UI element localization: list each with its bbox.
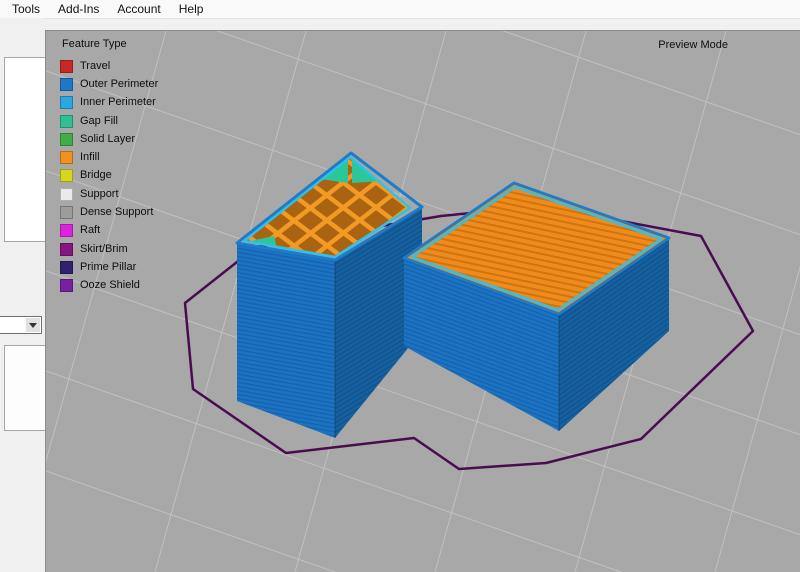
menu-add-ins[interactable]: Add-Ins: [49, 1, 108, 17]
chevron-down-icon: [29, 323, 37, 328]
legend-item-travel[interactable]: Travel: [60, 57, 158, 75]
travel-swatch: [60, 60, 73, 73]
legend-item-raft[interactable]: Raft: [60, 222, 158, 240]
legend-item-prime-pillar[interactable]: Prime Pillar: [60, 258, 158, 276]
legend-label: Outer Perimeter: [80, 79, 158, 90]
legend-label: Infill: [80, 152, 100, 163]
legend-item-solid-layer[interactable]: Solid Layer: [60, 130, 158, 148]
legend-label: Solid Layer: [80, 134, 135, 145]
legend-label: Skirt/Brim: [80, 244, 128, 255]
legend-label: Prime Pillar: [80, 262, 136, 273]
legend-label: Bridge: [80, 170, 112, 181]
legend-label: Inner Perimeter: [80, 97, 156, 108]
ooze-shield-swatch: [60, 279, 73, 292]
bridge-swatch: [60, 169, 73, 182]
legend-label: Gap Fill: [80, 116, 118, 127]
prime-pillar-swatch: [60, 261, 73, 274]
legend-item-bridge[interactable]: Bridge: [60, 167, 158, 185]
dense-support-swatch: [60, 206, 73, 219]
legend-label: Ooze Shield: [80, 280, 140, 291]
feature-type-legend: Feature Type Travel Outer Perimeter Inne…: [60, 39, 158, 295]
sidebar-dropdown[interactable]: [0, 316, 42, 334]
legend-label: Raft: [80, 225, 100, 236]
menu-account[interactable]: Account: [108, 1, 169, 17]
outer-perimeter-swatch: [60, 78, 73, 91]
legend-item-skirt-brim[interactable]: Skirt/Brim: [60, 240, 158, 258]
solid-layer-swatch: [60, 133, 73, 146]
legend-item-outer-perimeter[interactable]: Outer Perimeter: [60, 75, 158, 93]
inner-perimeter-swatch: [60, 96, 73, 109]
legend-item-support[interactable]: Support: [60, 185, 158, 203]
sidebar-listbox[interactable]: [4, 57, 45, 242]
legend-item-inner-perimeter[interactable]: Inner Perimeter: [60, 94, 158, 112]
skirt-brim-swatch: [60, 243, 73, 256]
raft-swatch: [60, 224, 73, 237]
support-swatch: [60, 188, 73, 201]
legend-label: Travel: [80, 61, 110, 72]
legend-title: Feature Type: [62, 39, 158, 50]
menu-tools[interactable]: Tools: [3, 1, 49, 17]
menu-bar: Tools Add-Ins Account Help: [0, 0, 800, 19]
legend-label: Dense Support: [80, 207, 153, 218]
menu-help[interactable]: Help: [170, 1, 213, 17]
preview-viewport[interactable]: Feature Type Travel Outer Perimeter Inne…: [45, 30, 800, 572]
preview-mode-label: Preview Mode: [658, 39, 728, 51]
sidebar-panel[interactable]: [4, 345, 45, 431]
legend-item-infill[interactable]: Infill: [60, 148, 158, 166]
infill-swatch: [60, 151, 73, 164]
gap-fill-swatch: [60, 115, 73, 128]
legend-item-gap-fill[interactable]: Gap Fill: [60, 112, 158, 130]
legend-item-dense-support[interactable]: Dense Support: [60, 203, 158, 221]
legend-item-ooze-shield[interactable]: Ooze Shield: [60, 277, 158, 295]
preview-scene[interactable]: [46, 31, 800, 572]
legend-label: Support: [80, 189, 119, 200]
settings-sidebar-clipped: [0, 18, 45, 571]
dropdown-button[interactable]: [26, 318, 40, 332]
